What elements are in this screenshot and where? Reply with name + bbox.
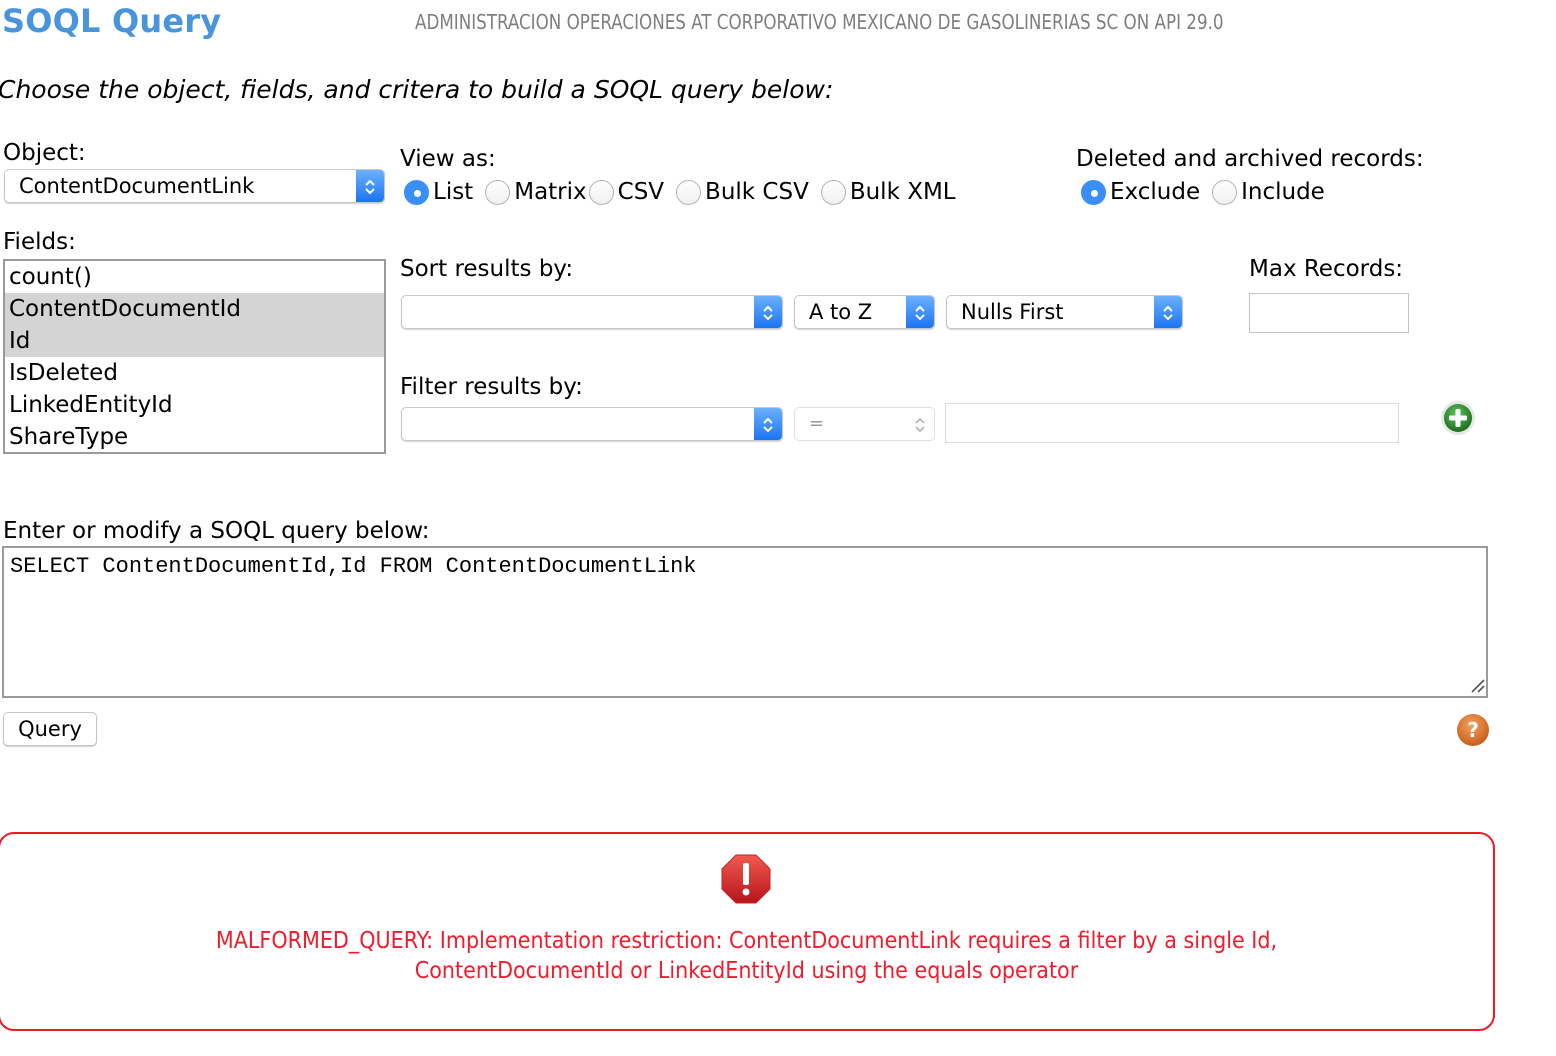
field-option[interactable]: Id — [5, 325, 384, 357]
instructions: Choose the object, fields, and critera t… — [0, 75, 834, 104]
radio-label: Bulk CSV — [705, 179, 809, 205]
sort-nulls-value: Nulls First — [961, 300, 1064, 324]
view-as-bulk-csv[interactable]: Bulk CSV — [676, 179, 809, 205]
sort-direction-select[interactable]: A to Z — [794, 295, 935, 329]
deleted-records-radio-group: Exclude Include — [1081, 179, 1337, 205]
filter-operator-select[interactable]: = — [794, 407, 935, 441]
radio-button[interactable] — [1081, 179, 1106, 205]
radio-label: Exclude — [1110, 179, 1201, 205]
filter-label: Filter results by: — [400, 374, 583, 400]
radio-label: List — [433, 179, 474, 205]
page-title: SOQL Query — [2, 2, 222, 40]
radio-button[interactable] — [588, 179, 614, 205]
max-records-label: Max Records: — [1249, 256, 1404, 282]
help-icon: ? — [1457, 714, 1489, 746]
query-button[interactable]: Query — [3, 712, 97, 746]
view-as-list[interactable]: List — [404, 179, 473, 205]
filter-field-select[interactable] — [401, 407, 783, 441]
radio-button[interactable] — [820, 179, 846, 205]
sort-nulls-select[interactable]: Nulls First — [946, 295, 1183, 329]
error-message: MALFORMED_QUERY: Implementation restrict… — [0, 926, 1493, 986]
field-option[interactable]: IsDeleted — [5, 357, 384, 389]
view-as-matrix[interactable]: Matrix — [485, 179, 587, 205]
error-message-line: MALFORMED_QUERY: Implementation restrict… — [215, 928, 1278, 954]
filter-value-input[interactable] — [945, 403, 1399, 443]
radio-button[interactable] — [404, 179, 429, 205]
radio-label: CSV — [617, 179, 665, 205]
field-option[interactable]: ContentDocumentId — [5, 293, 384, 325]
fields-listbox[interactable]: count() ContentDocumentId Id IsDeleted L… — [3, 259, 386, 454]
radio-button[interactable] — [485, 179, 511, 205]
radio-button[interactable] — [1212, 179, 1238, 205]
help-button[interactable]: ? — [1456, 713, 1490, 751]
error-message-line: ContentDocumentId or LinkedEntityId usin… — [414, 958, 1079, 984]
select-stepper-icon — [356, 170, 384, 202]
select-stepper-icon — [754, 296, 782, 328]
filter-operator-value: = — [809, 413, 825, 434]
object-select-value: ContentDocumentLink — [19, 174, 255, 198]
radio-label: Matrix — [514, 179, 587, 205]
sort-direction-value: A to Z — [809, 300, 873, 324]
field-option[interactable]: count() — [5, 261, 384, 293]
plus-circle-icon — [1441, 401, 1475, 435]
soql-query-textarea[interactable]: SELECT ContentDocumentId,Id FROM Content… — [2, 546, 1488, 698]
deleted-records-label: Deleted and archived records: — [1076, 146, 1424, 172]
svg-text:?: ? — [1467, 718, 1479, 742]
radio-label: Bulk XML — [849, 179, 956, 205]
resize-grip-icon[interactable] — [1470, 678, 1486, 698]
error-stop-icon — [721, 854, 771, 908]
org-info: ADMINISTRACION OPERACIONES AT CORPORATIV… — [415, 10, 1224, 34]
view-as-bulk-xml[interactable]: Bulk XML — [820, 179, 956, 205]
field-option[interactable]: ShareType — [5, 421, 384, 452]
select-stepper-icon — [754, 408, 782, 440]
view-as-label: View as: — [400, 146, 496, 172]
radio-label: Include — [1241, 179, 1325, 205]
object-select[interactable]: ContentDocumentLink — [4, 169, 385, 203]
view-as-csv[interactable]: CSV — [588, 179, 665, 205]
radio-button[interactable] — [676, 179, 702, 205]
deleted-exclude[interactable]: Exclude — [1081, 179, 1200, 205]
select-stepper-icon — [906, 408, 934, 440]
view-as-radio-group: List Matrix CSV Bulk CSV Bulk XML — [404, 179, 968, 205]
select-stepper-icon — [1154, 296, 1182, 328]
object-label: Object: — [3, 140, 86, 166]
sort-field-select[interactable] — [401, 295, 783, 329]
add-filter-button[interactable] — [1440, 400, 1476, 440]
field-option[interactable]: LinkedEntityId — [5, 389, 384, 421]
deleted-include[interactable]: Include — [1212, 179, 1325, 205]
select-stepper-icon — [906, 296, 934, 328]
max-records-input[interactable] — [1249, 293, 1409, 333]
query-label: Enter or modify a SOQL query below: — [3, 518, 430, 544]
sort-label: Sort results by: — [400, 256, 574, 282]
error-panel: MALFORMED_QUERY: Implementation restrict… — [0, 832, 1495, 1031]
fields-label: Fields: — [3, 229, 76, 255]
